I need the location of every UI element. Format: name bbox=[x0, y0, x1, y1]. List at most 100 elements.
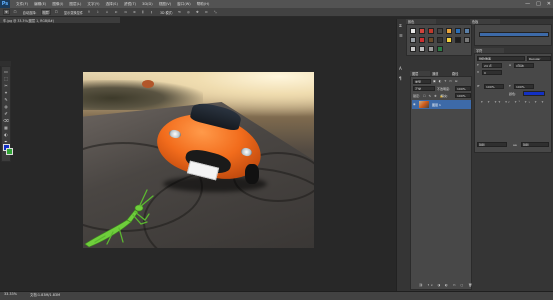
kerning-icon: V bbox=[477, 70, 480, 74]
align-left-icon[interactable]: ⊏ bbox=[114, 9, 120, 15]
swatch[interactable] bbox=[410, 28, 416, 34]
distribute-icon[interactable]: ≡ bbox=[132, 9, 138, 15]
swatch[interactable] bbox=[419, 37, 425, 43]
auto-select-dropdown[interactable]: 图层 bbox=[40, 9, 51, 15]
swatch[interactable] bbox=[464, 37, 470, 43]
swatch[interactable] bbox=[428, 46, 434, 52]
move-tool-icon[interactable]: ▭ bbox=[3, 68, 10, 74]
layer-kind-filter[interactable]: 类型 bbox=[413, 79, 431, 84]
menu-help[interactable]: 帮助(H) bbox=[197, 2, 210, 7]
eyedropper-tool-icon[interactable]: ◍ bbox=[3, 103, 10, 109]
green-mantis bbox=[84, 189, 154, 248]
font-family-dropdown[interactable]: 微软雅黑 bbox=[477, 56, 525, 61]
swatch[interactable] bbox=[437, 46, 443, 52]
color-label: 颜色: bbox=[509, 92, 517, 96]
auto-select-checkbox[interactable]: ☐ bbox=[13, 9, 19, 15]
menu-filter[interactable]: 滤镜(T) bbox=[124, 2, 136, 7]
text-color-swatch[interactable] bbox=[523, 91, 545, 96]
language-dropdown[interactable]: 锐利 bbox=[477, 142, 507, 147]
panel-icon-strip: ⧖ ☰ A ¶ bbox=[396, 19, 406, 291]
swatch[interactable] bbox=[455, 37, 461, 43]
scale-3d-icon[interactable]: ⤡ bbox=[213, 9, 219, 15]
font-size-field[interactable]: 24 点 bbox=[482, 63, 502, 68]
align-center-icon[interactable]: ⊐ bbox=[123, 9, 129, 15]
document-info[interactable]: 文档:1.83M/1.83M bbox=[30, 292, 60, 297]
photoshop-logo: Ps bbox=[0, 0, 10, 8]
swatch[interactable] bbox=[455, 28, 461, 34]
menu-window[interactable]: 窗口(W) bbox=[177, 2, 191, 7]
kerning-field[interactable]: 0 bbox=[482, 70, 502, 75]
right-panels: 颜色 色板 字符 微软雅黑 Regular T 24 点 A (自动) V 0 … bbox=[406, 19, 553, 291]
swatch[interactable] bbox=[437, 28, 443, 34]
leading-field[interactable]: (自动) bbox=[514, 63, 534, 68]
properties-icon[interactable]: ☰ bbox=[399, 33, 403, 38]
fill-field[interactable]: 100% bbox=[455, 93, 471, 98]
swatch[interactable] bbox=[419, 46, 425, 52]
blend-mode-dropdown[interactable]: 正常 bbox=[413, 86, 435, 91]
document-image[interactable] bbox=[83, 72, 314, 248]
swatches-panel bbox=[406, 24, 472, 56]
swatch[interactable] bbox=[464, 28, 470, 34]
swatch[interactable] bbox=[419, 28, 425, 34]
align-middle-icon[interactable]: ⫩ bbox=[96, 9, 102, 15]
swatch[interactable] bbox=[446, 28, 452, 34]
eraser-tool-icon[interactable]: ⌫ bbox=[3, 117, 10, 123]
distribute-v-icon[interactable]: ⫾ bbox=[150, 9, 156, 15]
align-top-icon[interactable]: ⫪ bbox=[87, 9, 93, 15]
menu-edit[interactable]: 编辑(E) bbox=[34, 2, 46, 7]
menu-view[interactable]: 视图(V) bbox=[159, 2, 171, 7]
character-panel: 微软雅黑 Regular T 24 点 A (自动) V 0 IT 100% T… bbox=[474, 53, 552, 153]
font-style-dropdown[interactable]: Regular bbox=[527, 56, 551, 61]
opacity-label: 不透明度: bbox=[437, 87, 451, 91]
antialias-dropdown[interactable]: 锐利 bbox=[521, 142, 549, 147]
paragraph-icon[interactable]: ¶ bbox=[399, 76, 402, 81]
close-button[interactable]: ✕ bbox=[547, 1, 551, 7]
crop-tool-icon[interactable]: ✎ bbox=[3, 96, 10, 102]
character-icon[interactable]: A bbox=[399, 66, 402, 71]
history-icon[interactable]: ⧖ bbox=[399, 23, 402, 28]
selected-adjustment[interactable] bbox=[479, 32, 549, 37]
show-transform-checkbox[interactable]: ☐ bbox=[54, 9, 60, 15]
visibility-eye-icon[interactable]: ◉ bbox=[413, 102, 416, 106]
vertical-scale-field[interactable]: 100% bbox=[484, 84, 504, 89]
menu-bar: Ps 文件(F) 编辑(E) 图像(I) 图层(L) 文字(Y) 选择(S) 滤… bbox=[0, 0, 553, 8]
horizontal-scale-field[interactable]: 100% bbox=[514, 84, 534, 89]
swatch[interactable] bbox=[428, 28, 434, 34]
marquee-tool-icon[interactable]: ⬚ bbox=[3, 75, 10, 81]
roll-3d-icon[interactable]: ◎ bbox=[186, 9, 192, 15]
layer-actions[interactable]: ⛓ fx ◑ ◐ ▭ ▢ 🗑 bbox=[419, 283, 474, 287]
adjustments-panel bbox=[474, 24, 552, 46]
menu-type[interactable]: 文字(Y) bbox=[87, 2, 99, 7]
swatch[interactable] bbox=[446, 37, 452, 43]
menu-layer[interactable]: 图层(L) bbox=[69, 2, 81, 7]
swatch[interactable] bbox=[437, 37, 443, 43]
swatch[interactable] bbox=[410, 37, 416, 43]
menu-3d[interactable]: 3D(D) bbox=[142, 2, 153, 6]
layer-filter-icons[interactable]: ▣ ◐ T ▭ ⊡ bbox=[433, 79, 458, 83]
swatch[interactable] bbox=[410, 46, 416, 52]
slide-3d-icon[interactable]: ⇔ bbox=[204, 9, 210, 15]
move-tool-icon[interactable]: ✥ bbox=[3, 9, 10, 15]
menu-select[interactable]: 选择(S) bbox=[106, 2, 118, 7]
background-color-swatch[interactable] bbox=[6, 148, 13, 155]
menu-image[interactable]: 图像(I) bbox=[52, 2, 63, 7]
zoom-level[interactable]: 33.33% bbox=[4, 292, 17, 296]
opacity-field[interactable]: 100% bbox=[455, 86, 471, 91]
swatch[interactable] bbox=[428, 37, 434, 43]
gradient-tool-icon[interactable]: ▦ bbox=[3, 124, 10, 130]
faux-style-buttons[interactable]: T T TT Tr T¹ T₁ T T bbox=[481, 100, 545, 104]
distribute-h-icon[interactable]: ⫼ bbox=[141, 9, 147, 15]
dodge-tool-icon[interactable]: ◐ bbox=[3, 131, 10, 137]
mode-3d-label: 3D 模式: bbox=[160, 10, 173, 15]
menu-file[interactable]: 文件(F) bbox=[16, 2, 28, 7]
quick-select-tool-icon[interactable]: ⌖ bbox=[3, 89, 10, 95]
minimize-button[interactable]: — bbox=[525, 1, 530, 7]
layer-row[interactable]: ◉ 图层 1 bbox=[412, 100, 471, 109]
align-bottom-icon[interactable]: ⫫ bbox=[105, 9, 111, 15]
window-controls: — □ ✕ bbox=[525, 0, 551, 8]
rotate-3d-icon[interactable]: ⟲ bbox=[177, 9, 183, 15]
drag-3d-icon[interactable]: ✥ bbox=[195, 9, 201, 15]
lasso-tool-icon[interactable]: ✂ bbox=[3, 82, 10, 88]
brush-tool-icon[interactable]: ✐ bbox=[3, 110, 10, 116]
maximize-button[interactable]: □ bbox=[536, 1, 541, 7]
